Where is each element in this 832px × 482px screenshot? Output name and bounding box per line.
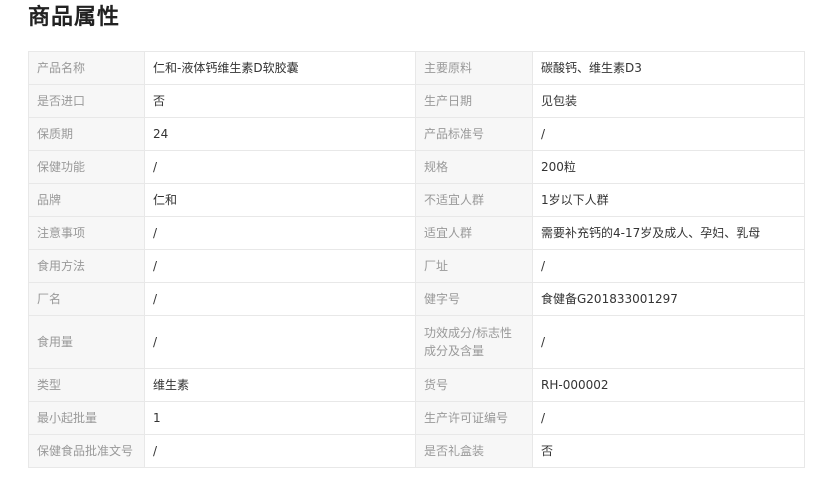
attr-label-dosage: 食用量 xyxy=(28,315,145,369)
attr-label-health-code: 健字号 xyxy=(415,282,533,316)
product-attributes-table: 产品名称 仁和-液体钙维生素D软胶囊 主要原料 碳酸钙、维生素D3 是否进口 否… xyxy=(28,51,805,468)
attr-value-production-date: 见包装 xyxy=(532,84,805,118)
table-row: 保健功能 / 规格 200粒 xyxy=(28,150,805,184)
attr-value-license-number: / xyxy=(532,401,805,435)
attr-value-shelf-life: 24 xyxy=(144,117,416,151)
table-row: 类型 维生素 货号 RH-000002 xyxy=(28,368,805,402)
attr-label-main-ingredients: 主要原料 xyxy=(415,51,533,85)
table-row: 是否进口 否 生产日期 见包装 xyxy=(28,84,805,118)
attr-label-factory-name: 厂名 xyxy=(28,282,145,316)
attr-value-imported: 否 xyxy=(144,84,416,118)
attr-label-shelf-life: 保质期 xyxy=(28,117,145,151)
attr-value-main-ingredients: 碳酸钙、维生素D3 xyxy=(532,51,805,85)
table-row: 食用量 / 功效成分/标志性成分及含量 / xyxy=(28,315,805,369)
attr-value-health-code: 食健备G201833001297 xyxy=(532,282,805,316)
attr-label-item-number: 货号 xyxy=(415,368,533,402)
table-row: 注意事项 / 适宜人群 需要补充钙的4-17岁及成人、孕妇、乳母 xyxy=(28,216,805,250)
attr-value-precautions: / xyxy=(144,216,416,250)
attr-label-factory-address: 厂址 xyxy=(415,249,533,283)
attr-value-suitable-population: 需要补充钙的4-17岁及成人、孕妇、乳母 xyxy=(532,216,805,250)
attr-label-standard-number: 产品标准号 xyxy=(415,117,533,151)
attr-label-suitable-population: 适宜人群 xyxy=(415,216,533,250)
attr-value-type: 维生素 xyxy=(144,368,416,402)
attr-label-specification: 规格 xyxy=(415,150,533,184)
section-title: 商品属性 xyxy=(28,5,121,30)
attr-label-unsuitable-population: 不适宜人群 xyxy=(415,183,533,217)
attr-label-precautions: 注意事项 xyxy=(28,216,145,250)
attr-label-brand: 品牌 xyxy=(28,183,145,217)
attr-value-dosage: / xyxy=(144,315,416,369)
attr-label-imported: 是否进口 xyxy=(28,84,145,118)
attr-label-health-function: 保健功能 xyxy=(28,150,145,184)
attr-label-functional-ingredients: 功效成分/标志性成分及含量 xyxy=(415,315,533,369)
attr-value-item-number: RH-000002 xyxy=(532,368,805,402)
attr-label-production-date: 生产日期 xyxy=(415,84,533,118)
table-row: 保健食品批准文号 / 是否礼盒装 否 xyxy=(28,434,805,468)
attr-value-usage: / xyxy=(144,249,416,283)
table-row: 保质期 24 产品标准号 / xyxy=(28,117,805,151)
table-row: 产品名称 仁和-液体钙维生素D软胶囊 主要原料 碳酸钙、维生素D3 xyxy=(28,51,805,85)
attr-label-gift-box: 是否礼盒装 xyxy=(415,434,533,468)
attr-label-min-order: 最小起批量 xyxy=(28,401,145,435)
table-row: 品牌 仁和 不适宜人群 1岁以下人群 xyxy=(28,183,805,217)
attr-value-standard-number: / xyxy=(532,117,805,151)
attr-value-gift-box: 否 xyxy=(532,434,805,468)
attr-value-brand: 仁和 xyxy=(144,183,416,217)
attr-label-type: 类型 xyxy=(28,368,145,402)
table-row: 厂名 / 健字号 食健备G201833001297 xyxy=(28,282,805,316)
attr-value-approval-number: / xyxy=(144,434,416,468)
attr-value-min-order: 1 xyxy=(144,401,416,435)
attr-label-usage: 食用方法 xyxy=(28,249,145,283)
attr-value-factory-name: / xyxy=(144,282,416,316)
attr-label-product-name: 产品名称 xyxy=(28,51,145,85)
attr-label-approval-number: 保健食品批准文号 xyxy=(28,434,145,468)
attr-value-specification: 200粒 xyxy=(532,150,805,184)
table-row: 最小起批量 1 生产许可证编号 / xyxy=(28,401,805,435)
attr-value-health-function: / xyxy=(144,150,416,184)
attr-label-license-number: 生产许可证编号 xyxy=(415,401,533,435)
table-row: 食用方法 / 厂址 / xyxy=(28,249,805,283)
attr-value-factory-address: / xyxy=(532,249,805,283)
attr-value-product-name: 仁和-液体钙维生素D软胶囊 xyxy=(144,51,416,85)
attr-value-functional-ingredients: / xyxy=(532,315,805,369)
attr-value-unsuitable-population: 1岁以下人群 xyxy=(532,183,805,217)
